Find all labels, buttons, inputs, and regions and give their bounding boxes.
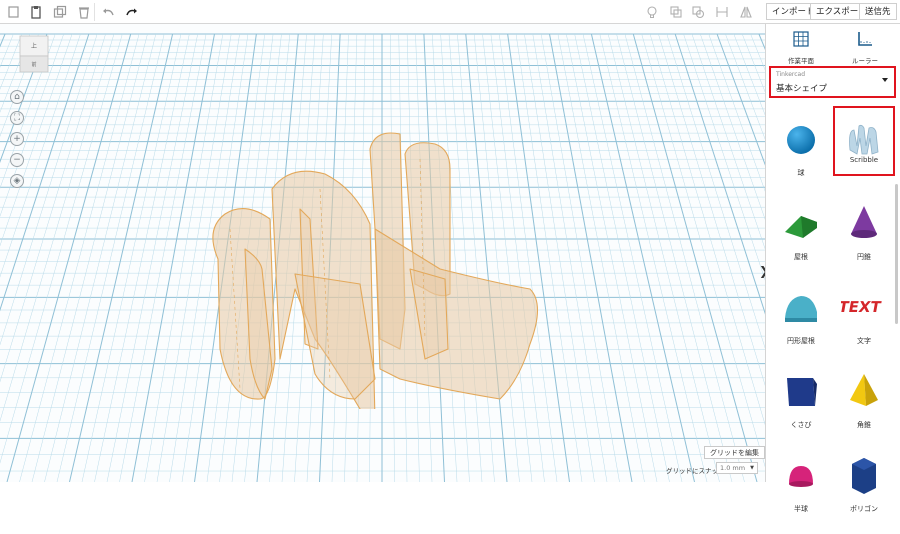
undo-icon[interactable]: [100, 4, 116, 20]
text-icon: TEXT: [841, 298, 883, 316]
ruler-tool[interactable]: ルーラー: [840, 30, 890, 65]
zoom-in-icon[interactable]: +: [10, 132, 24, 146]
half-sphere-icon: [789, 466, 813, 487]
mirror-icon[interactable]: [738, 4, 754, 20]
shape-label: くさび: [790, 421, 812, 429]
group-icon[interactable]: [668, 4, 684, 20]
zoom-out-icon[interactable]: −: [10, 153, 24, 167]
toolbar: インポート エクスポート 送信先: [0, 0, 900, 24]
shape-item-roof[interactable]: 屋根: [770, 198, 832, 282]
workplane-tool[interactable]: 作業平面: [776, 30, 826, 65]
ruler-tool-label: ルーラー: [852, 57, 878, 65]
copy-icon[interactable]: [6, 4, 22, 20]
shape-item-text[interactable]: TEXT 文字: [833, 282, 895, 366]
workplane-tool-label: 作業平面: [788, 57, 814, 65]
round-roof-icon: [785, 296, 817, 322]
ungroup-icon[interactable]: [690, 4, 706, 20]
roof-icon: [785, 216, 817, 238]
shape-library-dropdown[interactable]: Tinkercad 基本シェイプ: [769, 66, 896, 98]
shape-item-half-sphere[interactable]: 半球: [770, 450, 832, 534]
redo-icon[interactable]: [124, 4, 140, 20]
sphere-icon: [787, 126, 815, 154]
perspective-icon[interactable]: ◈: [10, 174, 24, 188]
view-cube-front-label: 前: [31, 61, 36, 68]
workplane[interactable]: 上 前 ⌂ ⛶ + − ◈ グリッドを編集 グリッドにスナップ 1.0 mm ▼…: [0, 24, 765, 482]
shape-label: 角錐: [857, 421, 871, 429]
duplicate-icon[interactable]: [52, 4, 68, 20]
panel-scrollbar[interactable]: [895, 184, 898, 324]
wedge-icon: [787, 378, 817, 406]
fit-view-icon[interactable]: ⛶: [10, 111, 24, 125]
shape-item-polygon[interactable]: ポリゴン: [833, 450, 895, 534]
view-cube-top-label: 上: [31, 42, 37, 50]
align-icon[interactable]: [714, 4, 730, 20]
workplane-icon: [793, 31, 809, 47]
polygon-icon: [852, 458, 876, 494]
home-view-icon[interactable]: ⌂: [10, 90, 24, 104]
shape-label: ポリゴン: [850, 505, 878, 513]
shapes-panel: 作業平面 ルーラー Tinkercad 基本シェイプ 球 Scribble 屋根…: [765, 24, 900, 513]
view-cube[interactable]: 上 前: [18, 32, 50, 74]
library-category: 基本シェイプ: [776, 84, 828, 94]
shape-label: 円錐: [857, 253, 871, 261]
delete-icon[interactable]: [76, 4, 92, 20]
paste-icon[interactable]: [28, 4, 44, 20]
dropdown-caret-icon: ▼: [750, 465, 754, 471]
shape-item-cone[interactable]: 円錐: [833, 198, 895, 282]
shape-item-sphere[interactable]: 球: [770, 114, 832, 198]
cone-icon: [851, 206, 877, 238]
snap-grid-value: 1.0 mm: [720, 464, 746, 472]
dropdown-caret-icon: [882, 78, 888, 82]
shape-label: 文字: [857, 337, 871, 345]
pyramid-icon: [850, 374, 878, 406]
shape-item-pyramid[interactable]: 角錐: [833, 366, 895, 450]
light-bulb-icon[interactable]: [644, 4, 660, 20]
library-source: Tinkercad: [776, 71, 806, 78]
text-shape-letters: TEXT: [841, 298, 883, 316]
shape-item-wedge[interactable]: くさび: [770, 366, 832, 450]
snap-grid-select[interactable]: 1.0 mm ▼: [716, 462, 758, 474]
shape-label: 円形屋根: [787, 337, 815, 345]
shape-label: Scribble: [849, 156, 879, 164]
shape-label: 半球: [794, 505, 808, 513]
send-to-button[interactable]: 送信先: [859, 3, 897, 20]
ruler-icon: [858, 32, 872, 46]
shape-item-round-roof[interactable]: 円形屋根: [770, 282, 832, 366]
shape-label: 球: [797, 169, 805, 177]
scribble-shape[interactable]: [200, 109, 560, 409]
shape-label: 屋根: [794, 253, 808, 261]
shape-item-scribble[interactable]: Scribble: [833, 106, 895, 176]
edit-grid-button[interactable]: グリッドを編集: [704, 446, 765, 459]
